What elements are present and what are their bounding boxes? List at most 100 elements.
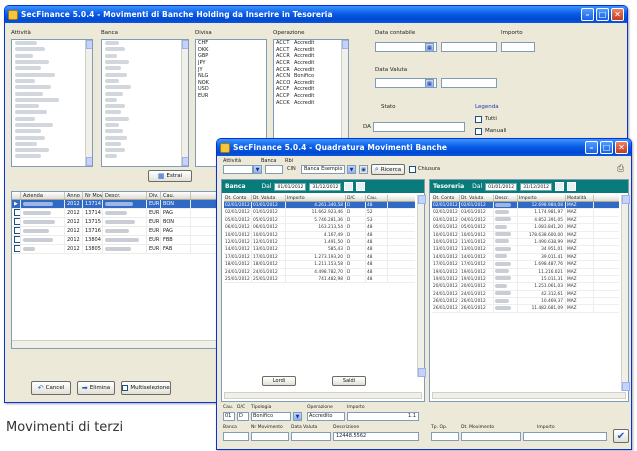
row-checkbox[interactable] <box>14 209 20 216</box>
treasury-row[interactable]: 24/01/2012 24/01/2012 42.312,61 MAZ <box>432 290 619 299</box>
operation-item[interactable]: ACCR Accredit <box>274 60 348 67</box>
bank-name-field[interactable]: Banca Esempio <box>301 165 345 174</box>
bank-row[interactable]: 25/01/2012 25/01/2012 741.482,98 D 48 <box>224 275 415 284</box>
calendar-icon[interactable]: ▦ <box>425 79 434 88</box>
detail-dc-field[interactable]: D <box>237 412 249 421</box>
bank-refresh-icon[interactable] <box>344 182 354 191</box>
bank-balances-button[interactable]: Saldi <box>332 376 366 386</box>
bank-row[interactable]: 17/01/2012 17/01/2012 1.273.193,20 D 48 <box>224 253 415 262</box>
row-checkbox[interactable] <box>14 236 20 243</box>
table-row[interactable]: 2012 13805 EUR FAB <box>12 245 218 254</box>
operation-item[interactable]: ACCP Accredit <box>274 93 348 100</box>
currency-item[interactable]: NOK <box>196 80 266 87</box>
detail-value-date-field[interactable] <box>291 432 331 441</box>
minimize-icon[interactable]: – <box>581 8 594 21</box>
operation-item[interactable]: ACCT Accredit <box>274 40 348 47</box>
table-row[interactable]: 2012 13804 EUR FBB <box>12 236 218 245</box>
bank-row[interactable]: 14/01/2012 13/01/2012 585,43 D 48 <box>224 246 415 254</box>
currency-item[interactable]: NLG <box>196 73 266 80</box>
bank-row[interactable]: 02/01/2012 01/01/2012 4.261.340,58 D 48 <box>224 202 415 210</box>
bank-row[interactable]: 12/01/2012 12/01/2012 1.491,50 D 48 <box>224 238 415 247</box>
bank-row[interactable]: 05/01/2012 05/01/2012 5.746.281,36 D 53 <box>224 216 415 225</box>
calendar-icon[interactable]: ▦ <box>425 43 434 52</box>
detail-amount-field[interactable]: 1.1 <box>347 412 419 421</box>
bank-date-to[interactable]: 31/12/2012 <box>309 182 342 191</box>
close-icon[interactable]: ✕ <box>611 8 624 21</box>
multiselect-toggle[interactable]: Multiselezione <box>121 381 171 395</box>
movements-table[interactable]: Azienda Anno Nr Mov. Descr. Div. Cau. ▶ … <box>11 191 219 349</box>
bank-list[interactable] <box>101 39 189 167</box>
row-checkbox[interactable] <box>14 245 20 252</box>
amount-field[interactable] <box>501 42 535 52</box>
extract-button[interactable]: ▦ Estrai <box>148 170 192 182</box>
currency-item[interactable]: DKK <box>196 47 266 54</box>
detail-bank-field[interactable] <box>223 432 249 441</box>
treasury-amount-field[interactable] <box>523 432 607 441</box>
detail-operation-field[interactable]: Accredito <box>307 412 345 421</box>
maximize-icon[interactable]: □ <box>600 141 613 154</box>
row-checkbox[interactable] <box>14 218 20 225</box>
treasury-row[interactable]: 26/01/2012 26/01/2012 10.469,37 MAZ <box>432 298 619 306</box>
main-titlebar[interactable]: SecFinance 5.0.4 - Movimenti di Banche H… <box>5 6 627 23</box>
maximize-icon[interactable]: □ <box>596 8 609 21</box>
currency-date-to-field[interactable] <box>441 78 497 88</box>
currency-item[interactable]: JPY <box>196 60 266 67</box>
treasury-movements-grid[interactable]: Dt. Conto Dt. Valuta Descr. Importo Moda… <box>432 195 619 313</box>
treasury-grid-scrollbar[interactable] <box>621 195 630 391</box>
row-checkbox[interactable] <box>14 227 20 234</box>
bank-grid-scrollbar[interactable] <box>417 195 426 377</box>
currency-item[interactable]: GBP <box>196 53 266 60</box>
treasury-refresh-icon[interactable] <box>555 182 564 191</box>
currency-item[interactable]: JY <box>196 66 266 73</box>
bank-export-icon[interactable] <box>356 182 366 191</box>
minimize-icon[interactable]: – <box>585 141 598 154</box>
currency-item[interactable]: USD <box>196 86 266 93</box>
treasury-row[interactable]: 03/01/2012 04/01/2012 4.852.391,05 MAZ <box>432 216 619 225</box>
treasury-row[interactable]: 19/01/2012 19/01/2012 11.216.021 MAZ <box>432 268 619 276</box>
currency-item[interactable]: EUR <box>196 93 266 100</box>
treasury-date-to[interactable]: 31/12/2012 <box>520 182 552 191</box>
treasury-export-icon[interactable] <box>567 182 576 191</box>
operation-item[interactable]: ACCF Accredit <box>274 86 348 93</box>
table-row[interactable]: 2012 13716 EUR PAG <box>12 227 218 236</box>
treasury-row[interactable]: 02/01/2012 02/01/2012 12.698.984,08 MAZ <box>432 202 619 210</box>
bank-grid-hscrollbar[interactable] <box>224 392 422 399</box>
activity-list-scrollbar[interactable] <box>85 40 92 166</box>
treasury-row[interactable]: 10/01/2012 11/01/2012 1.490.638,99 MAZ <box>432 238 619 247</box>
detail-cau-field[interactable]: 01 <box>223 412 235 421</box>
treasury-row[interactable]: 02/01/2012 03/01/2012 1.174.981,97 MAZ <box>432 209 619 217</box>
manual-checkbox[interactable] <box>475 128 482 135</box>
treasury-movement-date-field[interactable] <box>461 432 521 441</box>
treasury-row[interactable]: 26/01/2012 26/01/2012 11.482.681,09 MAZ <box>432 305 619 313</box>
treasury-row[interactable]: 10/01/2012 10/01/2012 178.638.600,00 MAZ <box>432 231 619 239</box>
print-icon[interactable]: ⎙ <box>617 164 624 174</box>
treasury-row[interactable]: 14/01/2012 14/01/2012 39.011.41 MAZ <box>432 253 619 262</box>
bank-list-scrollbar[interactable] <box>181 40 188 166</box>
table-row[interactable]: 2012 13715 EUR BON <box>12 218 218 227</box>
operation-item[interactable]: ACCO Accredit <box>274 80 348 87</box>
activity-list[interactable] <box>11 39 93 167</box>
treasury-row[interactable]: 19/01/2012 19/01/2012 15.011,31 MAZ <box>432 275 619 284</box>
reconciliation-titlebar[interactable]: SecFinance 5.0.4 - Quadratura Movimenti … <box>217 139 631 156</box>
multiselect-checkbox[interactable] <box>122 385 129 391</box>
operation-item[interactable]: ACCN Bonifico <box>274 73 348 80</box>
bank-date-from[interactable]: 01/01/2012 <box>274 182 307 191</box>
range-field[interactable] <box>373 122 465 132</box>
bank-row[interactable]: 02/01/2012 01/01/2012 11.662.923,46 D 52 <box>224 209 415 217</box>
table-row[interactable]: 2012 13714 EUR PAG <box>12 209 218 218</box>
bank-totals-button[interactable]: Lordi <box>262 376 296 386</box>
operation-item[interactable]: ACCR Accredit <box>274 66 348 73</box>
treasury-row[interactable]: 17/01/2012 17/01/2012 1.698.487,76 MAZ <box>432 261 619 269</box>
treasury-row[interactable]: 20/01/2012 20/01/2012 1.251.061,03 MAZ <box>432 283 619 291</box>
detail-type-field[interactable]: Bonifico <box>251 412 291 421</box>
table-row[interactable]: ▶ 2012 13714 EUR BON <box>12 200 218 209</box>
dropdown-icon[interactable]: ▼ <box>253 165 262 174</box>
bank-movements-grid[interactable]: Dt. Conto Dt. Valuta Importo D/C Cau. 02… <box>224 195 415 284</box>
activity-field[interactable] <box>223 165 253 174</box>
operation-item[interactable]: ACCT Accredit <box>274 47 348 54</box>
treasury-op-type-field[interactable] <box>431 432 459 441</box>
accounting-date-to-field[interactable] <box>441 42 497 52</box>
dropdown-icon[interactable]: ▼ <box>347 165 356 174</box>
delete-button[interactable]: ➡ Elimina <box>77 381 115 395</box>
search-button[interactable]: ⌕ Ricerca <box>371 164 405 175</box>
